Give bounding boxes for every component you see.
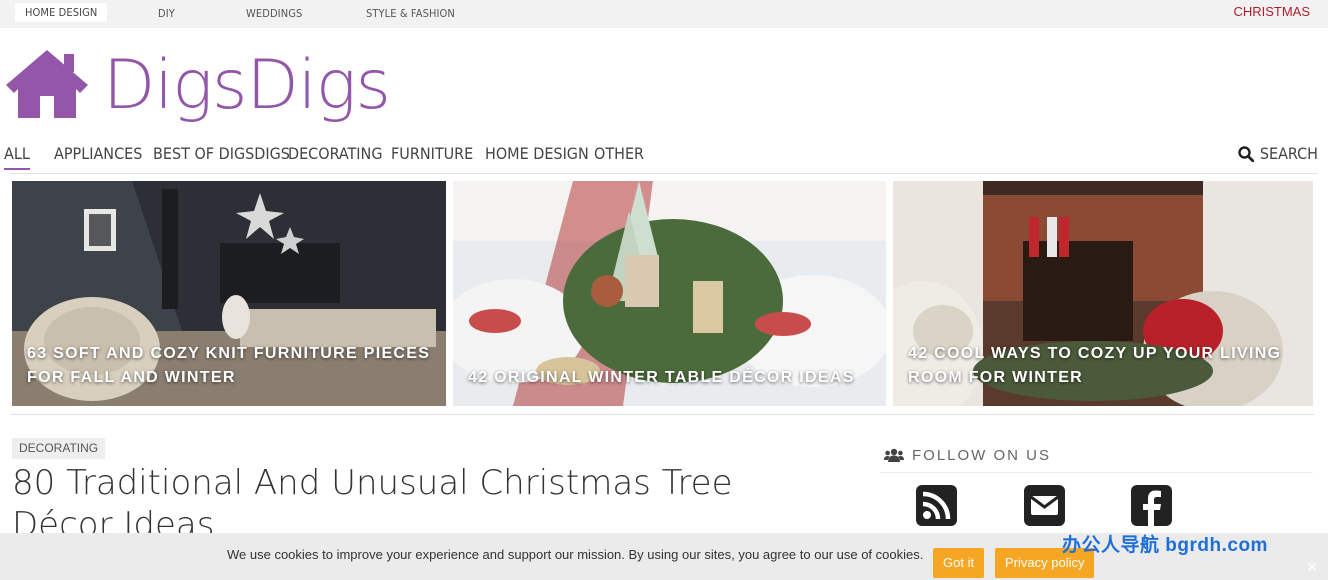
featured-card-knit[interactable]: 63 SOFT AND COZY KNIT FURNITURE PIECES F… xyxy=(12,181,446,406)
search-icon xyxy=(1238,146,1255,163)
search-label: SEARCH xyxy=(1259,144,1318,163)
top-link-diy[interactable]: DIY xyxy=(158,0,175,28)
featured-caption: 63 SOFT AND COZY KNIT FURNITURE PIECES F… xyxy=(27,345,431,386)
top-link-style-fashion[interactable]: STYLE & FASHION xyxy=(366,0,455,28)
watermark: 办公人导航 bgrdh.com xyxy=(1062,535,1268,556)
featured-caption: 42 COOL WAYS TO COZY UP YOUR LIVING ROOM… xyxy=(908,345,1282,386)
nav-item-all[interactable]: ALL xyxy=(4,140,30,170)
users-icon xyxy=(884,448,904,462)
house-logo-icon xyxy=(6,50,88,118)
top-utility-bar: HOME DESIGN DIY WEDDINGS STYLE & FASHION… xyxy=(0,0,1328,28)
cookie-message: We use cookies to improve your experienc… xyxy=(227,547,924,562)
facebook-button[interactable] xyxy=(1131,485,1172,526)
nav-divider xyxy=(10,173,1318,174)
email-button[interactable] xyxy=(1024,485,1065,526)
category-tag[interactable]: DECORATING xyxy=(12,438,106,459)
envelope-icon xyxy=(1024,485,1065,526)
follow-heading-text: FOLLOW ON US xyxy=(912,447,1052,464)
nav-item-home-design[interactable]: HOME DESIGN xyxy=(485,140,589,168)
nav-item-appliances[interactable]: APPLIANCES xyxy=(54,140,142,168)
logo-text: DigsDigs xyxy=(103,46,391,125)
top-link-weddings[interactable]: WEDDINGS xyxy=(246,0,302,28)
nav-item-best-of-digsdigs[interactable]: BEST OF DIGSDIGS xyxy=(153,140,290,168)
featured-caption: 42 ORIGINAL WINTER TABLE DÉCOR IDEAS xyxy=(468,369,855,386)
featured-card-living-room[interactable]: 42 COOL WAYS TO COZY UP YOUR LIVING ROOM… xyxy=(893,181,1313,406)
top-link-christmas[interactable]: CHRISTMAS xyxy=(1233,0,1310,24)
site-logo[interactable]: DigsDigs xyxy=(4,42,424,132)
follow-heading: FOLLOW ON US xyxy=(884,446,1051,466)
close-icon[interactable]: ✕ xyxy=(1306,559,1318,576)
rss-button[interactable] xyxy=(916,485,957,526)
nav-item-furniture[interactable]: FURNITURE xyxy=(391,140,473,168)
got-it-button[interactable]: Got it xyxy=(933,548,985,578)
follow-divider xyxy=(880,472,1313,473)
top-link-home-design[interactable]: HOME DESIGN xyxy=(15,3,108,22)
rss-icon xyxy=(916,485,957,526)
nav-item-decorating[interactable]: DECORATING xyxy=(288,140,382,168)
nav-item-other[interactable]: OTHER xyxy=(594,140,644,168)
facebook-icon xyxy=(1131,485,1172,526)
search-button[interactable]: SEARCH xyxy=(1238,140,1318,168)
main-nav: ALL APPLIANCES BEST OF DIGSDIGS DECORATI… xyxy=(0,140,1328,174)
featured-divider xyxy=(10,414,1314,415)
featured-card-table[interactable]: 42 ORIGINAL WINTER TABLE DÉCOR IDEAS xyxy=(453,181,886,406)
